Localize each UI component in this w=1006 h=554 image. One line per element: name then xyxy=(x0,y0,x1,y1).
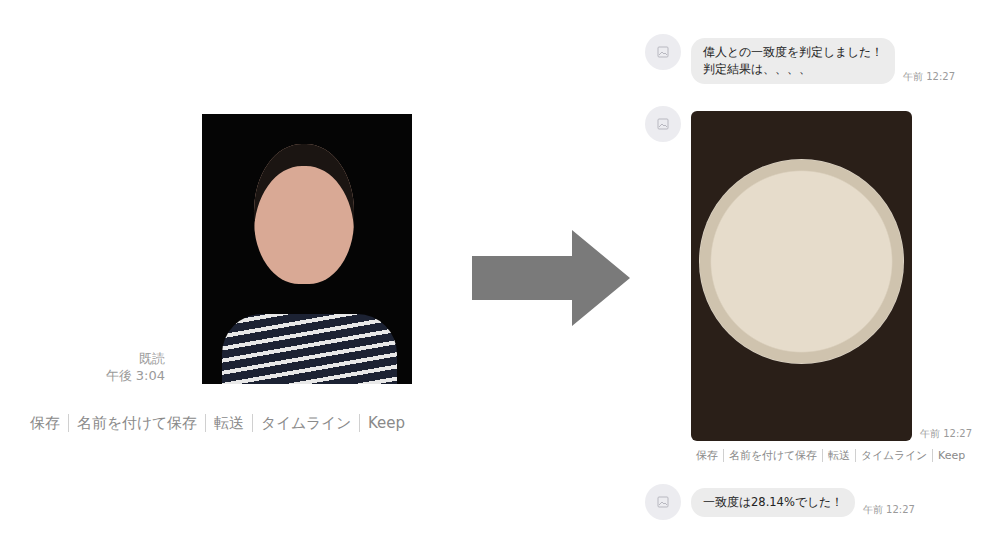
image-placeholder-icon xyxy=(657,118,669,130)
chat-panel: 偉人との一致度を判定しました！判定結果は、、、、 午前 12:27 午前 12:… xyxy=(630,0,1006,554)
sent-message: 既読 午後 3:04 xyxy=(22,114,442,384)
message-time: 午前 12:27 xyxy=(863,503,915,517)
bubble-text: 一致度は28.14%でした！ xyxy=(703,494,843,511)
action-link[interactable]: 保存 xyxy=(22,414,68,432)
read-status: 既読 xyxy=(139,350,165,367)
chat-message: 偉人との一致度を判定しました！判定結果は、、、、 午前 12:27 xyxy=(645,34,1006,84)
chat-message: 午前 12:27 保存名前を付けて保存転送タイムラインKeep xyxy=(645,106,1006,462)
sent-message-panel: 既読 午後 3:04 保存名前を付けて保存転送タイムラインKeep xyxy=(0,0,442,554)
image-placeholder-icon xyxy=(657,496,669,508)
bubble-text: 判定結果は、、、、 xyxy=(703,61,883,78)
message-time: 午前 12:27 xyxy=(920,427,972,441)
bot-avatar[interactable] xyxy=(645,484,681,520)
image-message[interactable] xyxy=(691,111,912,441)
sent-photo[interactable] xyxy=(202,114,412,384)
action-link[interactable]: 転送 xyxy=(822,449,855,462)
message-body: 一致度は28.14%でした！ 午前 12:27 xyxy=(691,484,915,517)
text-bubble: 偉人との一致度を判定しました！判定結果は、、、、 xyxy=(691,38,895,84)
arrow-icon xyxy=(472,230,630,326)
message-body: 偉人との一致度を判定しました！判定結果は、、、、 午前 12:27 xyxy=(691,34,955,84)
action-link[interactable]: 転送 xyxy=(205,414,252,432)
text-bubble: 一致度は28.14%でした！ xyxy=(691,488,855,517)
action-link[interactable]: タイムライン xyxy=(855,449,932,462)
message-body: 午前 12:27 保存名前を付けて保存転送タイムラインKeep xyxy=(691,106,972,462)
message-time: 午前 12:27 xyxy=(903,70,955,84)
arrow xyxy=(472,230,630,326)
message-line: 午前 12:27 xyxy=(691,106,972,441)
action-link[interactable]: 名前を付けて保存 xyxy=(723,449,822,462)
comparison-page: 既読 午後 3:04 保存名前を付けて保存転送タイムラインKeep 偉人との一致… xyxy=(0,0,1006,554)
bot-avatar[interactable] xyxy=(645,106,681,142)
action-link[interactable]: Keep xyxy=(359,414,413,432)
action-link[interactable]: Keep xyxy=(932,449,970,462)
action-link[interactable]: タイムライン xyxy=(252,414,359,432)
message-meta: 既読 午後 3:04 xyxy=(22,350,165,384)
image-placeholder-icon xyxy=(657,46,669,58)
bubble-text: 偉人との一致度を判定しました！ xyxy=(703,44,883,61)
message-line: 偉人との一致度を判定しました！判定結果は、、、、 午前 12:27 xyxy=(691,34,955,84)
chat-message: 一致度は28.14%でした！ 午前 12:27 xyxy=(645,484,1006,520)
message-actions: 保存名前を付けて保存転送タイムラインKeep xyxy=(691,449,972,462)
action-link[interactable]: 保存 xyxy=(691,449,723,462)
photo-subject xyxy=(254,144,354,284)
message-time: 午後 3:04 xyxy=(106,367,165,384)
message-line: 一致度は28.14%でした！ 午前 12:27 xyxy=(691,484,915,517)
bot-avatar[interactable] xyxy=(645,34,681,70)
latte-picture xyxy=(699,159,904,364)
message-actions: 保存名前を付けて保存転送タイムラインKeep xyxy=(22,414,442,432)
photo-shirt xyxy=(222,314,397,384)
action-link[interactable]: 名前を付けて保存 xyxy=(68,414,205,432)
